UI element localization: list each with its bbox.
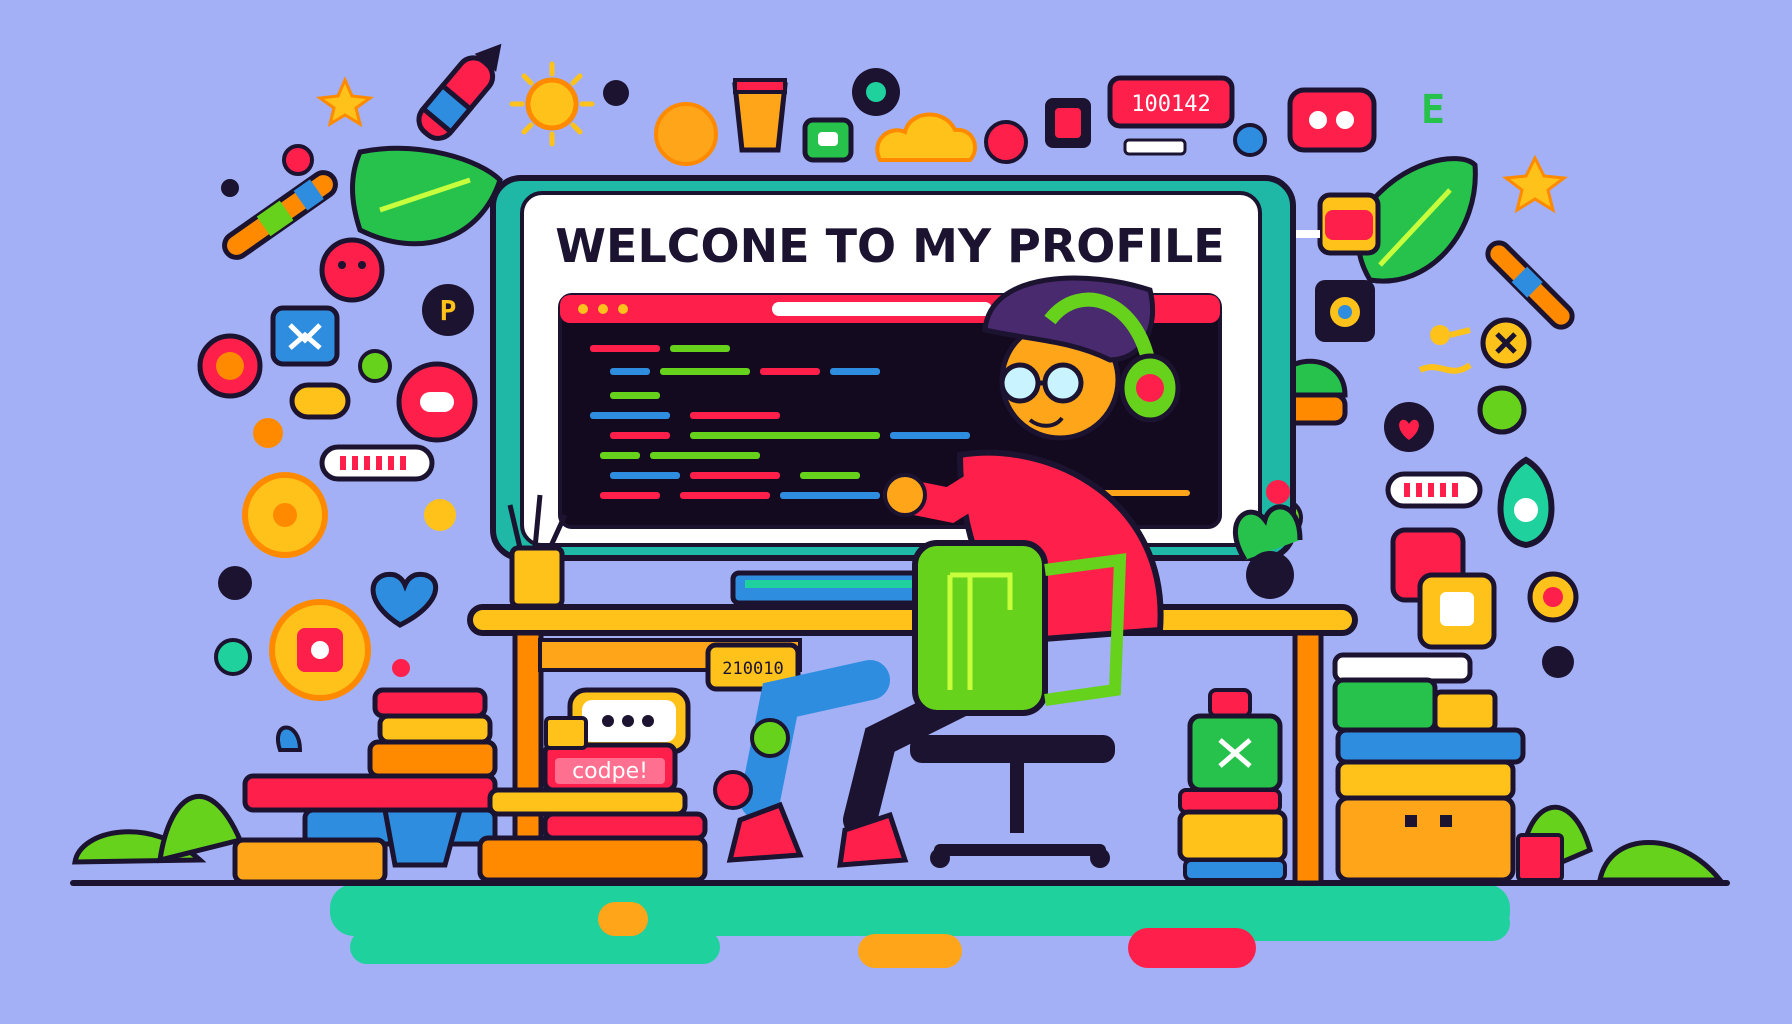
note-icon bbox=[1045, 98, 1091, 148]
window-dot-icon bbox=[578, 304, 588, 314]
progress-badge-right-icon bbox=[1385, 471, 1483, 509]
record-button-icon bbox=[197, 333, 263, 399]
hand-icon bbox=[883, 473, 927, 517]
green-ball-icon bbox=[1477, 385, 1527, 435]
svg-text:E: E bbox=[1421, 87, 1445, 133]
counter-badge-text: 100142 bbox=[1131, 92, 1210, 117]
heart-dark-icon bbox=[1384, 402, 1434, 452]
page-title: WELCONE TO MY PROFILE bbox=[555, 219, 1224, 273]
letter-e-icon: E bbox=[1421, 87, 1445, 133]
desk-counter-text: 210010 bbox=[722, 659, 783, 679]
window-dot-icon bbox=[598, 304, 608, 314]
book-label: codpe! bbox=[572, 759, 648, 784]
target-icon bbox=[1527, 571, 1579, 623]
gift-stack-icon bbox=[1177, 688, 1288, 882]
pill-icon bbox=[289, 382, 351, 420]
gamepad-icon bbox=[242, 472, 328, 558]
chat-icon bbox=[1287, 87, 1377, 153]
coin-icon: P bbox=[422, 284, 474, 336]
window-dot-icon bbox=[618, 304, 628, 314]
sun-icon bbox=[509, 61, 595, 147]
cup-icon bbox=[732, 78, 788, 153]
svg-text:P: P bbox=[440, 294, 457, 327]
camera-right-icon bbox=[1315, 280, 1375, 342]
sad-face-icon bbox=[319, 237, 385, 303]
illustration-scene: P 100142 E WELCONE TO MY PROFILE 210010 … bbox=[0, 0, 1792, 1024]
close-circle-icon bbox=[1480, 317, 1532, 369]
red-ball-icon bbox=[984, 120, 1028, 164]
music-disc-icon bbox=[852, 68, 900, 116]
keyboard-icon bbox=[730, 570, 941, 606]
orange-ball-icon bbox=[654, 102, 718, 166]
phone-icon bbox=[802, 117, 854, 163]
camera-icon bbox=[269, 599, 371, 701]
close-box-icon bbox=[270, 305, 340, 367]
chat-bubble-icon bbox=[396, 361, 478, 443]
progress-badge-icon bbox=[319, 444, 435, 482]
